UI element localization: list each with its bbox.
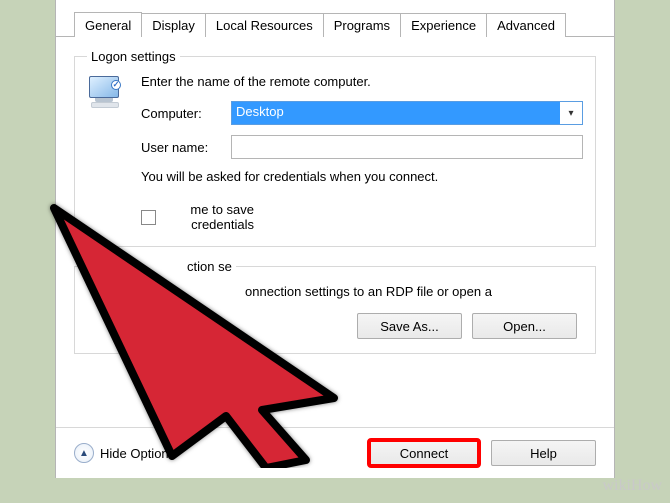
tab-local-resources[interactable]: Local Resources (205, 13, 324, 37)
tab-display[interactable]: Display (141, 13, 206, 37)
open-button[interactable]: Open... (472, 313, 577, 339)
watermark: wikiHow (602, 477, 662, 495)
allow-save-label: me to save credentials (164, 202, 254, 232)
username-label: User name: (141, 140, 231, 155)
connection-settings-group: ction se onnection settings to an RDP fi… (74, 259, 596, 354)
connect-button[interactable]: Connect (369, 440, 479, 466)
logon-legend: Logon settings (87, 49, 180, 64)
rdc-dialog: General Display Local Resources Programs… (55, 0, 615, 478)
credentials-hint: You will be asked for credentials when y… (141, 169, 583, 184)
hide-options-toggle[interactable]: ▲ Hide Options (74, 443, 175, 463)
computer-label: Computer: (141, 106, 231, 121)
tab-general[interactable]: General (74, 12, 142, 36)
dialog-footer: ▲ Hide Options Connect Help (56, 427, 614, 478)
allow-save-checkbox[interactable] (141, 210, 156, 225)
save-as-button[interactable]: Save As... (357, 313, 462, 339)
computer-icon: ✓ (87, 74, 129, 112)
hide-options-label: Hide Options (100, 446, 175, 461)
username-input[interactable] (231, 135, 583, 159)
logon-settings-group: Logon settings ✓ Enter the name of the r… (74, 49, 596, 247)
computer-combobox[interactable]: Desktop ▾ (231, 101, 583, 125)
general-panel: Logon settings ✓ Enter the name of the r… (56, 37, 614, 427)
logon-instruction: Enter the name of the remote computer. (141, 74, 583, 89)
tab-advanced[interactable]: Advanced (486, 13, 566, 37)
tab-programs[interactable]: Programs (323, 13, 401, 37)
connection-text: onnection settings to an RDP file or ope… (87, 284, 583, 299)
tab-experience[interactable]: Experience (400, 13, 487, 37)
tab-strip: General Display Local Resources Programs… (56, 0, 614, 37)
computer-value: Desktop (232, 102, 560, 124)
help-button[interactable]: Help (491, 440, 596, 466)
chevron-up-icon: ▲ (74, 443, 94, 463)
chevron-down-icon[interactable]: ▾ (560, 102, 582, 124)
connection-legend: ction se (87, 259, 236, 274)
